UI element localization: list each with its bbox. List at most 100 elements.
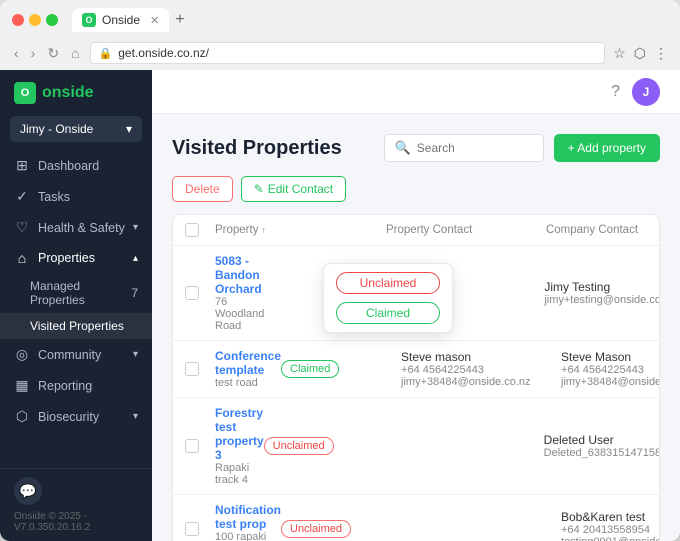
address-bar[interactable]: 🔒 get.onside.co.nz/ [90, 42, 606, 64]
traffic-light-green[interactable] [46, 14, 58, 26]
table-row: Conference template test road Claimed St… [173, 341, 659, 398]
row-checkbox[interactable] [185, 522, 215, 536]
sidebar-item-community[interactable]: ◎ Community ▾ [0, 339, 152, 370]
traffic-light-yellow[interactable] [29, 14, 41, 26]
nav-section: ⊞ Dashboard ✓ Tasks ♡ Health & Safety ▾ … [0, 150, 152, 468]
company-email: jimy+38484@onside.co.nz [561, 376, 660, 388]
property-name[interactable]: Conference template [215, 349, 281, 377]
org-selector[interactable]: Jimy - Onside ▾ [10, 116, 142, 142]
row-checkbox[interactable] [185, 362, 215, 376]
forward-button[interactable]: › [29, 45, 38, 61]
company-name: Bob&Karen test [561, 510, 660, 524]
status-badge[interactable]: Unclaimed [264, 437, 334, 455]
company-email: testing0901@onside.co.nz [561, 536, 660, 541]
action-bar: Delete ✎ Edit Contact [172, 176, 660, 202]
sidebar-item-label: Reporting [38, 379, 92, 393]
row-property: Notification test prop 100 rapaki track … [215, 503, 281, 541]
lock-icon: 🔒 [99, 47, 113, 60]
row-status[interactable]: Unclaimed [281, 520, 401, 538]
col-property[interactable]: Property ↑ [215, 223, 266, 237]
company-name: Steve Mason [561, 350, 660, 364]
table-header: Property ↑ Property Contact Company Cont… [173, 215, 659, 246]
sidebar-item-dashboard[interactable]: ⊞ Dashboard [0, 150, 152, 181]
tab-title: Onside [102, 13, 140, 27]
page-title: Visited Properties [172, 137, 342, 160]
visited-properties-label: Visited Properties [30, 319, 124, 333]
row-property: Forestry test property 3 Rapaki track 4 [215, 406, 264, 486]
company-name: Deleted User [544, 433, 660, 447]
company-email: Deleted_638315147158939984_939 [544, 447, 660, 459]
tab-close-button[interactable]: ✕ [150, 14, 159, 27]
tab-favicon: O [82, 13, 96, 27]
main-content: ? J Visited Properties 🔍 + Add property [152, 70, 680, 541]
table-row: Forestry test property 3 Rapaki track 4 … [173, 398, 659, 495]
home-button[interactable]: ⌂ [69, 45, 81, 61]
search-input[interactable] [417, 141, 533, 155]
extension-icon[interactable]: ⬡ [634, 45, 646, 62]
sidebar-item-properties[interactable]: ⌂ Properties ▴ [0, 243, 152, 273]
prop-contact-phone: +64 4564225443 [401, 364, 561, 376]
biosecurity-icon: ⬡ [14, 408, 30, 425]
new-tab-button[interactable]: + [175, 11, 184, 29]
search-box[interactable]: 🔍 [384, 134, 544, 162]
status-badge[interactable]: Claimed [281, 360, 339, 378]
back-button[interactable]: ‹ [12, 45, 21, 61]
row-company-contact: Jimy Testing jimy+testing@onside.co.nz [544, 280, 660, 306]
property-address: 100 rapaki track 15 [215, 531, 281, 541]
help-icon[interactable]: ? [611, 83, 620, 101]
row-status[interactable]: Claimed [281, 360, 401, 378]
sidebar-item-visited-properties[interactable]: Visited Properties [0, 313, 152, 339]
property-name[interactable]: Forestry test property 3 [215, 406, 264, 462]
sidebar-item-label: Health & Safety [38, 221, 125, 235]
dashboard-icon: ⊞ [14, 157, 30, 174]
chevron-icon: ▴ [133, 253, 138, 264]
url-text: get.onside.co.nz/ [118, 46, 209, 60]
sidebar-footer: 💬 Onside © 2025 - V7.0.350.20.16.2 [0, 468, 152, 541]
avatar[interactable]: J [632, 78, 660, 106]
edit-icon: ✎ [254, 182, 264, 196]
company-email: jimy+testing@onside.co.nz [544, 294, 660, 306]
claimed-badge[interactable]: Claimed [336, 302, 440, 324]
select-all-checkbox[interactable] [185, 223, 199, 237]
row-company-contact: Deleted User Deleted_638315147158939984_… [544, 433, 660, 459]
property-address: Rapaki track 4 [215, 462, 264, 486]
health-icon: ♡ [14, 219, 30, 236]
reload-button[interactable]: ↻ [45, 45, 61, 62]
row-prop-contact: Steve mason +64 4564225443 jimy+38484@on… [401, 350, 561, 388]
sidebar-item-tasks[interactable]: ✓ Tasks [0, 181, 152, 212]
menu-button[interactable]: ⋮ [654, 45, 668, 62]
sidebar-item-biosecurity[interactable]: ⬡ Biosecurity ▾ [0, 401, 152, 432]
table-row: Notification test prop 100 rapaki track … [173, 495, 659, 541]
sidebar-item-managed-properties[interactable]: Managed Properties 7 [0, 273, 152, 313]
sidebar-item-reporting[interactable]: ▦ Reporting [0, 370, 152, 401]
row-checkbox[interactable] [185, 286, 215, 300]
sidebar-item-label: Properties [38, 251, 95, 265]
property-address: 76 Woodland Road [215, 296, 264, 332]
row-company-contact: Bob&Karen test +64 20413558954 testing09… [561, 510, 660, 541]
traffic-light-red[interactable] [12, 14, 24, 26]
property-name[interactable]: Notification test prop [215, 503, 281, 531]
sidebar-item-label: Dashboard [38, 159, 99, 173]
bookmark-button[interactable]: ☆ [613, 45, 626, 62]
unclaimed-badge[interactable]: Unclaimed [336, 272, 440, 294]
prop-contact-email: jimy+38484@onside.co.nz [401, 376, 561, 388]
edit-contact-button[interactable]: ✎ Edit Contact [241, 176, 346, 202]
col-status [266, 223, 386, 237]
add-property-button[interactable]: + Add property [554, 134, 660, 162]
chat-bubble[interactable]: 💬 [14, 477, 42, 505]
property-name[interactable]: 5083 - Bandon Orchard [215, 254, 264, 296]
sidebar-item-label: Community [38, 348, 101, 362]
sidebar-item-health-safety[interactable]: ♡ Health & Safety ▾ [0, 212, 152, 243]
row-status[interactable]: Unclaimed [264, 437, 384, 455]
footer-text: Onside © 2025 - V7.0.350.20.16.2 [14, 511, 90, 533]
status-badge[interactable]: Unclaimed [281, 520, 351, 538]
browser-tab[interactable]: O Onside ✕ [72, 8, 169, 32]
delete-button[interactable]: Delete [172, 176, 233, 202]
edit-label: Edit Contact [268, 182, 333, 196]
sidebar: O onside Jimy - Onside ▾ ⊞ Dashboard ✓ T… [0, 70, 152, 541]
status-tooltip: Unclaimed Claimed [323, 263, 453, 333]
company-name: Jimy Testing [544, 280, 660, 294]
managed-properties-label: Managed Properties [30, 279, 131, 307]
row-checkbox[interactable] [185, 439, 215, 453]
col-prop-contact: Property Contact [386, 223, 546, 237]
